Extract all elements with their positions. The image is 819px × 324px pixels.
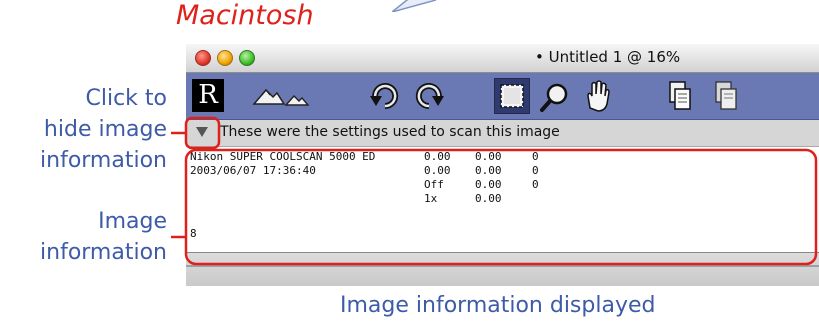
- zoom-icon[interactable]: [538, 78, 572, 114]
- image-info-callout-line2: information: [40, 240, 167, 265]
- image-info-callout: Image information: [40, 206, 167, 268]
- disclosure-triangle-icon[interactable]: [196, 127, 208, 137]
- mountain-small-icon[interactable]: [284, 78, 310, 114]
- info-header-text: These were the settings used to scan thi…: [220, 124, 560, 140]
- top-decoration-shape: [392, 0, 436, 12]
- copy-icon[interactable]: [665, 78, 695, 114]
- info-cell: Nikon SUPER COOLSCAN 5000 ED: [190, 150, 376, 163]
- hand-icon[interactable]: [580, 78, 614, 114]
- crop-select-icon[interactable]: [494, 78, 530, 114]
- mountain-large-icon[interactable]: [252, 78, 286, 114]
- window-bottom-bar: [186, 252, 819, 286]
- close-window-icon[interactable]: [195, 50, 211, 66]
- toolbar: R: [186, 73, 819, 120]
- info-cell: 8: [190, 227, 197, 240]
- image-info-callout-line1: Image: [98, 209, 167, 234]
- info-cell: 0.00: [475, 164, 502, 177]
- minimize-window-icon[interactable]: [217, 50, 233, 66]
- scan-window: • Untitled 1 @ 16% R These were the sett…: [186, 44, 819, 286]
- info-cell: 0.00: [475, 150, 502, 163]
- info-cell: 0: [532, 164, 539, 177]
- rotate-right-icon[interactable]: [412, 78, 446, 114]
- info-cell: 0: [532, 178, 539, 191]
- window-titlebar[interactable]: • Untitled 1 @ 16%: [186, 44, 819, 73]
- info-cell: Off: [424, 178, 444, 191]
- bottom-divider: [186, 265, 819, 267]
- info-header-bar: These were the settings used to scan thi…: [186, 120, 819, 147]
- info-cell: 0.00: [424, 164, 451, 177]
- figure-caption: Image information displayed: [340, 293, 656, 318]
- info-cell: 2003/06/07 17:36:40: [190, 164, 316, 177]
- image-info-panel: Nikon SUPER COOLSCAN 5000 ED 0.00 0.00 0…: [186, 147, 819, 252]
- info-cell: 0.00: [424, 150, 451, 163]
- info-cell: 1x: [424, 192, 438, 205]
- rotate-left-icon[interactable]: [368, 78, 402, 114]
- info-cell: 0.00: [475, 192, 502, 205]
- r-logo-button[interactable]: R: [192, 79, 224, 112]
- info-cell: 0.00: [475, 178, 502, 191]
- hide-info-callout-line2: hide image: [43, 117, 167, 142]
- window-title: • Untitled 1 @ 16%: [535, 48, 681, 66]
- paste-icon[interactable]: [711, 78, 741, 114]
- platform-title: Macintosh: [176, 0, 314, 31]
- hide-info-callout: Click to hide image information: [40, 83, 167, 176]
- info-cell: 0: [532, 150, 539, 163]
- hide-info-callout-line3: information: [40, 148, 167, 173]
- zoom-window-icon[interactable]: [239, 50, 255, 66]
- hide-info-callout-line1: Click to: [85, 86, 167, 111]
